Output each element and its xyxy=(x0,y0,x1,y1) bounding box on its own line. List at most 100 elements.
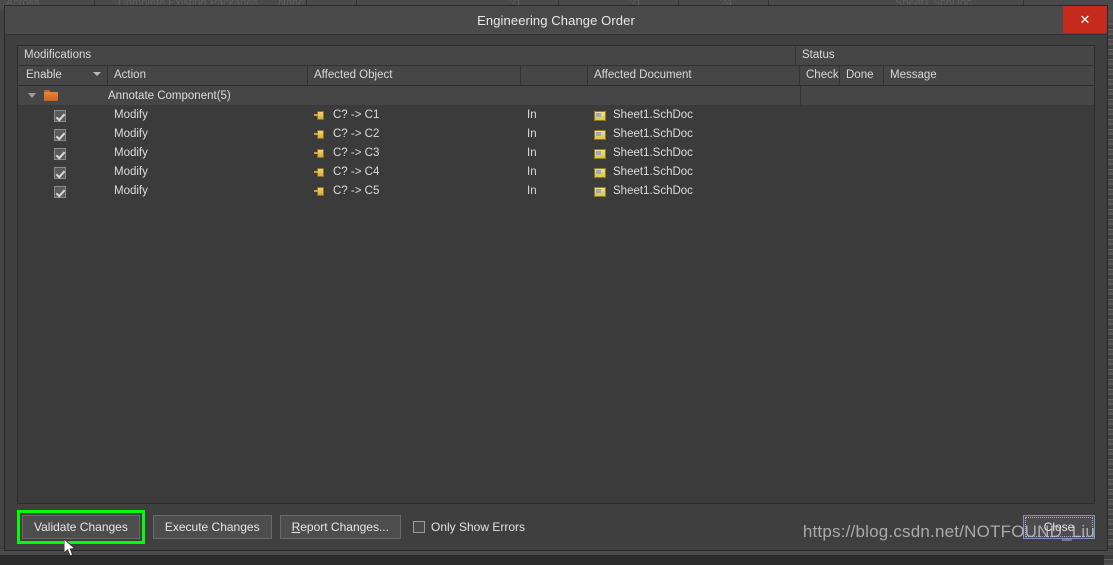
table-row[interactable]: Modify C? -> C4 In Sheet1.SchDoc xyxy=(18,163,1094,182)
cell-message xyxy=(884,106,1094,125)
cell-done xyxy=(840,106,884,125)
validate-changes-button[interactable]: Validate Changes xyxy=(22,515,140,539)
column-header-in[interactable] xyxy=(521,66,588,85)
column-header-message[interactable]: Message xyxy=(884,66,1094,85)
cell-in: In xyxy=(527,166,537,178)
report-changes-button[interactable]: Report Changes... xyxy=(279,515,401,539)
triangle-down-icon[interactable] xyxy=(28,93,36,98)
grid-rows: Annotate Component(5) Modify C? -> C1 In Sh… xyxy=(18,86,1094,503)
cell-done xyxy=(840,182,884,201)
chevron-down-icon[interactable] xyxy=(93,72,101,76)
cell-affected-object-label: C? -> C3 xyxy=(333,147,380,159)
column-header-done[interactable]: Done xyxy=(840,66,884,85)
document-icon xyxy=(594,129,606,140)
column-header-action[interactable]: Action xyxy=(108,66,308,85)
report-changes-accel: R xyxy=(291,520,301,534)
data-rows-host: Modify C? -> C1 In Sheet1.SchDoc Modify C? ->… xyxy=(18,106,1094,201)
cell-affected-document-label: Sheet1.SchDoc xyxy=(613,166,693,178)
cell-check xyxy=(800,182,840,201)
grid-group-header-row: Modifications Status xyxy=(18,46,1094,66)
folder-icon xyxy=(44,90,58,101)
component-icon xyxy=(314,187,326,196)
execute-changes-button[interactable]: Execute Changes xyxy=(152,515,272,539)
group-expander[interactable] xyxy=(18,93,40,98)
cell-in: In xyxy=(527,109,537,121)
cell-action: Modify xyxy=(114,128,148,140)
group-header-modifications: Modifications xyxy=(18,46,796,65)
cell-enable[interactable] xyxy=(18,125,108,144)
cell-in: In xyxy=(527,147,537,159)
cell-in: In xyxy=(527,185,537,197)
cell-enable[interactable] xyxy=(18,106,108,125)
cell-affected-document: Sheet1.SchDoc xyxy=(588,144,800,163)
column-header-affected-document[interactable]: Affected Document xyxy=(588,66,800,85)
enable-checkbox[interactable] xyxy=(54,185,66,198)
component-icon xyxy=(314,130,326,139)
component-icon xyxy=(314,168,326,177)
close-button[interactable]: Close xyxy=(1023,515,1095,539)
cell-message xyxy=(884,163,1094,182)
cell-done xyxy=(840,144,884,163)
cell-message xyxy=(884,144,1094,163)
cell-action: Modify xyxy=(114,185,148,197)
enable-checkbox[interactable] xyxy=(54,166,66,179)
cell-affected-document-label: Sheet1.SchDoc xyxy=(613,147,693,159)
cell-affected-document-label: Sheet1.SchDoc xyxy=(613,109,693,121)
modifications-grid: Modifications Status Enable Action Affec… xyxy=(17,45,1095,504)
table-row[interactable]: Modify C? -> C1 In Sheet1.SchDoc xyxy=(18,106,1094,125)
document-icon xyxy=(594,110,606,121)
footer-right-group: Close xyxy=(1023,515,1095,539)
folder-icon-wrap xyxy=(40,90,62,101)
cell-enable[interactable] xyxy=(18,144,108,163)
cell-affected-document-label: Sheet1.SchDoc xyxy=(613,128,693,140)
cell-affected-object: C? -> C1 xyxy=(308,106,521,125)
validate-changes-highlight: Validate Changes xyxy=(17,510,145,544)
group-header-status: Status xyxy=(802,49,835,61)
document-icon xyxy=(594,148,606,159)
cell-affected-object-label: C? -> C2 xyxy=(333,128,380,140)
cell-enable[interactable] xyxy=(18,163,108,182)
cell-message xyxy=(884,182,1094,201)
cell-check xyxy=(800,125,840,144)
cell-affected-object: C? -> C5 xyxy=(308,182,521,201)
cell-action: Modify xyxy=(114,147,148,159)
column-header-enable[interactable]: Enable xyxy=(18,66,108,85)
cell-check xyxy=(800,144,840,163)
cell-affected-object: C? -> C2 xyxy=(308,125,521,144)
cell-message xyxy=(884,125,1094,144)
enable-checkbox[interactable] xyxy=(54,109,66,122)
cell-affected-document: Sheet1.SchDoc xyxy=(588,182,800,201)
dialog-title: Engineering Change Order xyxy=(477,12,635,28)
cell-affected-object-label: C? -> C1 xyxy=(333,109,380,121)
cell-affected-object-label: C? -> C4 xyxy=(333,166,380,178)
dialog-titlebar: Engineering Change Order ✕ xyxy=(5,6,1107,35)
cell-affected-document-label: Sheet1.SchDoc xyxy=(613,185,693,197)
table-row[interactable]: Modify C? -> C5 In Sheet1.SchDoc xyxy=(18,182,1094,201)
cell-check xyxy=(800,106,840,125)
table-row[interactable]: Modify C? -> C2 In Sheet1.SchDoc xyxy=(18,125,1094,144)
enable-checkbox[interactable] xyxy=(54,128,66,141)
only-show-errors-box[interactable] xyxy=(412,521,425,533)
document-icon xyxy=(594,186,606,197)
cell-in: In xyxy=(527,128,537,140)
engineering-change-order-dialog: Engineering Change Order ✕ Modifications… xyxy=(4,5,1108,551)
group-row-label: Annotate Component(5) xyxy=(108,89,231,102)
cell-affected-object: C? -> C4 xyxy=(308,163,521,182)
cell-check xyxy=(800,163,840,182)
close-icon[interactable]: ✕ xyxy=(1063,6,1107,33)
grid-column-header-row: Enable Action Affected Object Affected D… xyxy=(18,66,1094,86)
only-show-errors-checkbox[interactable]: Only Show Errors xyxy=(412,520,525,534)
cell-action: Modify xyxy=(114,166,148,178)
cell-affected-object: C? -> C3 xyxy=(308,144,521,163)
document-icon xyxy=(594,167,606,178)
group-row-annotate-component[interactable]: Annotate Component(5) xyxy=(18,86,1094,106)
component-icon xyxy=(314,111,326,120)
cell-done xyxy=(840,125,884,144)
column-header-affected-object[interactable]: Affected Object xyxy=(308,66,521,85)
column-header-check[interactable]: Check xyxy=(800,66,840,85)
cell-affected-object-label: C? -> C5 xyxy=(333,185,380,197)
table-row[interactable]: Modify C? -> C3 In Sheet1.SchDoc xyxy=(18,144,1094,163)
column-header-enable-label: Enable xyxy=(26,69,62,81)
cell-enable[interactable] xyxy=(18,182,108,201)
enable-checkbox[interactable] xyxy=(54,147,66,160)
